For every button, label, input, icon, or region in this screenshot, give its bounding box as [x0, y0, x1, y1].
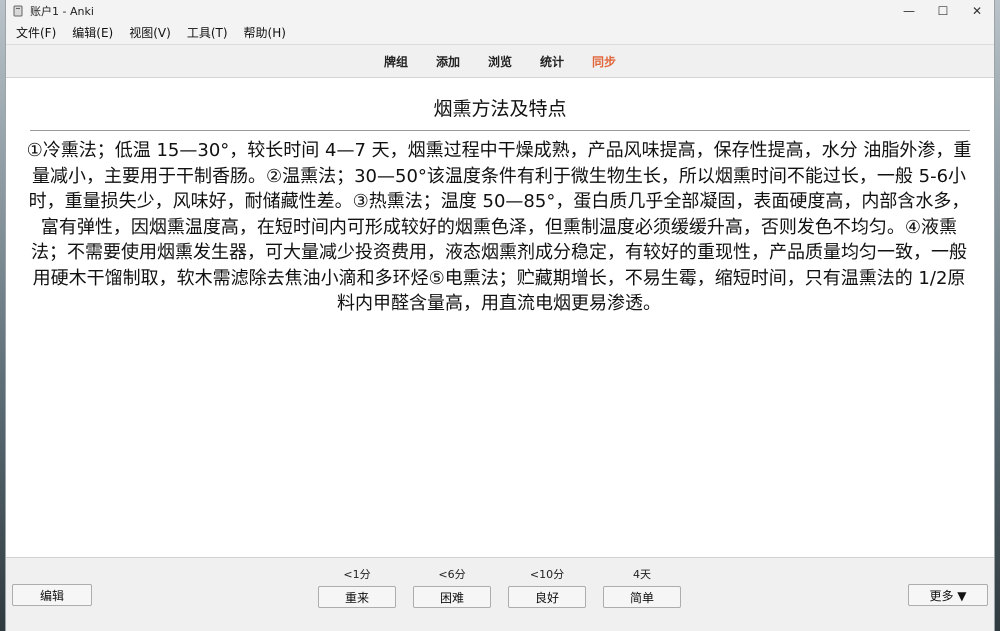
toolbar-stats[interactable]: 统计	[540, 53, 564, 70]
toolbar-sync[interactable]: 同步	[592, 53, 616, 70]
menu-edit[interactable]: 编辑(E)	[64, 22, 121, 44]
interval-good: <10分	[529, 568, 565, 581]
menu-help[interactable]: 帮助(H)	[236, 22, 294, 44]
toolbar-browse[interactable]: 浏览	[488, 53, 512, 70]
desktop-background-right	[994, 0, 1000, 631]
menu-tools[interactable]: 工具(T)	[179, 22, 236, 44]
close-icon[interactable]: ✕	[960, 0, 994, 22]
main-toolbar: 牌组 添加 浏览 统计 同步	[6, 44, 994, 78]
hard-button[interactable]: 困难	[413, 586, 491, 608]
interval-hard: <6分	[438, 568, 466, 581]
easy-button[interactable]: 简单	[603, 586, 681, 608]
window-title: 账户1 - Anki	[30, 5, 94, 18]
card-question: 烟熏方法及特点	[433, 98, 567, 120]
good-button[interactable]: 良好	[508, 586, 586, 608]
answer-divider	[30, 130, 970, 131]
again-button[interactable]: 重来	[318, 586, 396, 608]
anki-app-icon	[13, 5, 23, 17]
maximize-icon[interactable]: ☐	[926, 0, 960, 22]
card-answer: ①冷熏法；低温 15—30°，较长时间 4—7 天，烟熏过程中干燥成熟，产品风味…	[26, 140, 972, 314]
minimize-icon[interactable]: —	[892, 0, 926, 22]
title-bar[interactable]: 账户1 - Anki — ☐ ✕	[6, 0, 994, 22]
interval-again: <1分	[343, 568, 371, 581]
toolbar-decks[interactable]: 牌组	[384, 53, 408, 70]
toolbar-add[interactable]: 添加	[436, 53, 460, 70]
interval-easy: 4天	[633, 568, 651, 581]
answer-bar: 编辑 <1分 <6分 <10分 4天 重来 困难 良好 简单 更多 ▼	[6, 557, 994, 631]
anki-window: 账户1 - Anki — ☐ ✕ 文件(F) 编辑(E) 视图(V) 工具(T)…	[6, 0, 994, 631]
menu-bar: 文件(F) 编辑(E) 视图(V) 工具(T) 帮助(H)	[6, 22, 994, 44]
edit-button[interactable]: 编辑	[12, 584, 92, 606]
more-button[interactable]: 更多 ▼	[908, 584, 988, 606]
menu-file[interactable]: 文件(F)	[8, 22, 64, 44]
card-review-area: 烟熏方法及特点 ①冷熏法；低温 15—30°，较长时间 4—7 天，烟熏过程中干…	[6, 78, 994, 557]
menu-view[interactable]: 视图(V)	[121, 22, 179, 44]
window-controls: — ☐ ✕	[892, 0, 994, 22]
